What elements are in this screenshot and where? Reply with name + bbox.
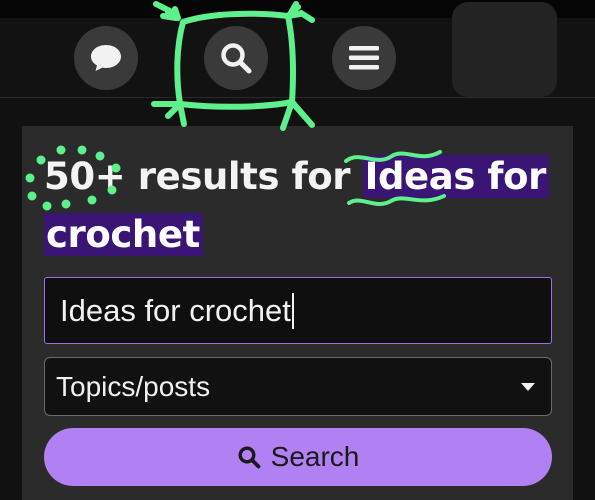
results-mid-text: results for	[125, 155, 363, 198]
search-type-select[interactable]: Topics/posts	[44, 357, 552, 416]
search-type-selected: Topics/posts	[56, 370, 211, 402]
search-icon	[238, 446, 261, 469]
menu-button[interactable]	[332, 26, 396, 90]
user-avatar[interactable]	[452, 2, 557, 97]
search-submit-button[interactable]: Search	[44, 428, 552, 486]
search-input-value: Ideas for crochet	[60, 292, 291, 328]
app-page: 50+ results for Ideas for crochet Ideas …	[0, 0, 595, 500]
results-heading: 50+ results for Ideas for crochet	[44, 148, 554, 264]
chat-button[interactable]	[74, 26, 138, 90]
site-header	[0, 0, 595, 98]
search-input-value-wrap[interactable]: Ideas for crochet	[60, 277, 294, 344]
hamburger-menu-icon	[349, 46, 379, 70]
dropdown-caret-icon	[521, 383, 535, 391]
results-count: 50+	[44, 155, 126, 198]
chat-bubble-icon	[91, 45, 121, 71]
search-icon	[221, 43, 252, 74]
search-toggle-button[interactable]	[204, 26, 268, 90]
search-submit-label: Search	[270, 441, 360, 472]
text-caret	[291, 292, 294, 329]
